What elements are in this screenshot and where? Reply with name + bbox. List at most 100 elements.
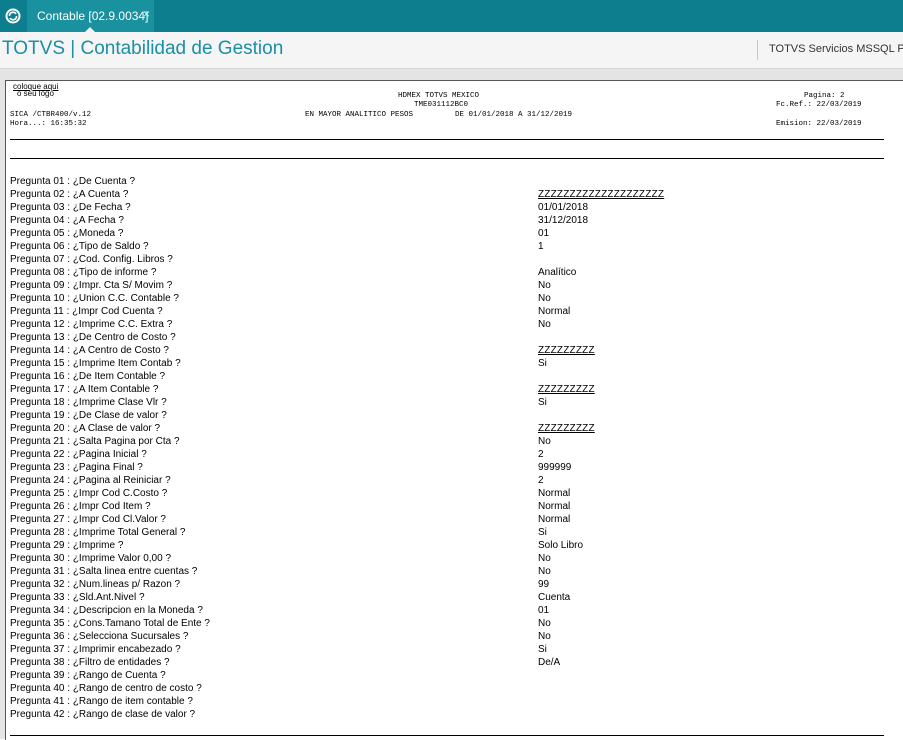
- parameter-row: Pregunta 21 : ¿Salta Pagina por Cta ? No: [10, 435, 900, 448]
- parameter-value: 01/01/2018: [538, 202, 589, 213]
- parameter-row: Pregunta 07 : ¿Cod. Config. Libros ?: [10, 253, 900, 266]
- parameter-question: Pregunta 14 : ¿A Centro de Costo ?: [10, 345, 169, 356]
- parameter-value: 99: [538, 579, 550, 590]
- parameter-value: No: [538, 618, 551, 629]
- parameter-value: 31/12/2018: [538, 215, 589, 226]
- parameter-value: 2: [538, 475, 544, 486]
- parameter-value: 999999: [538, 462, 572, 473]
- parameter-row: Pregunta 01 : ¿De Cuenta ?: [10, 175, 900, 188]
- parameter-question: Pregunta 01 : ¿De Cuenta ?: [10, 176, 136, 187]
- totvs-logo-icon[interactable]: [0, 0, 26, 32]
- parameter-row: Pregunta 17 : ¿A Item Contable ? ZZZZZZZZ…: [10, 383, 900, 396]
- parameter-question: Pregunta 42 : ¿Rango de clase de valor ?: [10, 709, 196, 720]
- parameter-row: Pregunta 32 : ¿Num.lineas p/ Razon ? 99: [10, 578, 900, 591]
- parameter-question: Pregunta 30 : ¿Imprime Valor 0,00 ?: [10, 553, 172, 564]
- environment-label: TOTVS Servicios MSSQL P1: [769, 43, 903, 55]
- parameter-value: 1: [538, 241, 544, 252]
- parameter-row: Pregunta 38 : ¿Filtro de entidades ? De/A: [10, 656, 900, 669]
- program-id: SICA /CTBR400/v.12: [10, 111, 92, 119]
- parameter-value: Analítico: [538, 267, 577, 278]
- reference-date: Fc.Ref.: 22/03/2019: [776, 101, 862, 109]
- company-code: TME031112BC0: [414, 101, 469, 109]
- parameter-question: Pregunta 29 : ¿Imprime ?: [10, 540, 124, 551]
- parameter-question: Pregunta 27 : ¿Impr Cod Cl.Valor ?: [10, 514, 166, 525]
- parameter-question: Pregunta 31 : ¿Salta linea entre cuentas…: [10, 566, 198, 577]
- parameter-value: No: [538, 566, 551, 577]
- parameter-value: Normal: [538, 488, 571, 499]
- parameter-question: Pregunta 11 : ¿Impr Cod Cuenta ?: [10, 306, 163, 317]
- parameter-value: Si: [538, 358, 547, 369]
- parameter-row: Pregunta 23 : ¿Pagina Final ? 999999: [10, 461, 900, 474]
- parameter-row: Pregunta 28 : ¿Imprime Total General ? Si: [10, 526, 900, 539]
- parameter-row: Pregunta 40 : ¿Rango de centro de costo …: [10, 682, 900, 695]
- header-rule-bottom: [10, 158, 884, 159]
- parameter-question: Pregunta 32 : ¿Num.lineas p/ Razon ?: [10, 579, 181, 590]
- report-viewer[interactable]: coloque aqui o seu logo HDMEX TOTVS MEXI…: [0, 69, 903, 740]
- parameter-question: Pregunta 13 : ¿De Centro de Costo ?: [10, 332, 176, 343]
- parameter-question: Pregunta 07 : ¿Cod. Config. Libros ?: [10, 254, 173, 265]
- parameter-value: ZZZZZZZZZ: [538, 345, 595, 356]
- parameter-question: Pregunta 17 : ¿A Item Contable ?: [10, 384, 159, 395]
- header-rule-top: [10, 139, 884, 140]
- parameter-question: Pregunta 41 : ¿Rango de item contable ?: [10, 696, 193, 707]
- parameter-row: Pregunta 02 : ¿A Cuenta ? ZZZZZZZZZZZZZZZ…: [10, 188, 900, 201]
- parameter-row: Pregunta 37 : ¿Imprimir encabezado ? Si: [10, 643, 900, 656]
- parameter-row: Pregunta 08 : ¿Tipo de informe ? Analític…: [10, 266, 900, 279]
- parameter-question: Pregunta 25 : ¿Impr Cod C.Costo ?: [10, 488, 168, 499]
- parameter-row: Pregunta 19 : ¿De Clase de valor ?: [10, 409, 900, 422]
- tab-bar: Contable [02.9.0034] ×: [0, 0, 903, 32]
- parameter-row: Pregunta 18 : ¿Imprime Clase Vlr ? Si: [10, 396, 900, 409]
- parameter-question: Pregunta 02 : ¿A Cuenta ?: [10, 189, 129, 200]
- parameter-question: Pregunta 10 : ¿Union C.C. Contable ?: [10, 293, 179, 304]
- parameter-question: Pregunta 26 : ¿Impr Cod Item ?: [10, 501, 151, 512]
- close-icon[interactable]: ×: [143, 7, 150, 21]
- parameter-row: Pregunta 39 : ¿Rango de Cuenta ?: [10, 669, 900, 682]
- parameter-row: Pregunta 42 : ¿Rango de clase de valor ?: [10, 708, 900, 721]
- parameter-value: No: [538, 319, 551, 330]
- parameter-row: Pregunta 24 : ¿Pagina al Reiniciar ? 2: [10, 474, 900, 487]
- parameter-question: Pregunta 28 : ¿Imprime Total General ?: [10, 527, 186, 538]
- parameter-question: Pregunta 18 : ¿Imprime Clase Vlr ?: [10, 397, 167, 408]
- parameter-row: Pregunta 11 : ¿Impr Cod Cuenta ? Normal: [10, 305, 900, 318]
- parameter-value: No: [538, 436, 551, 447]
- parameter-row: Pregunta 27 : ¿Impr Cod Cl.Valor ? Normal: [10, 513, 900, 526]
- parameter-question: Pregunta 19 : ¿De Clase de valor ?: [10, 410, 167, 421]
- parameter-row: Pregunta 14 : ¿A Centro de Costo ? ZZZZZZ…: [10, 344, 900, 357]
- parameter-row: Pregunta 36 : ¿Selecciona Sucursales ? No: [10, 630, 900, 643]
- header-divider: [757, 40, 758, 60]
- report-period: DE 01/01/2018 A 31/12/2019: [455, 111, 573, 119]
- parameter-question: Pregunta 37 : ¿Imprimir encabezado ?: [10, 644, 181, 655]
- parameter-row: Pregunta 13 : ¿De Centro de Costo ?: [10, 331, 900, 344]
- parameter-question: Pregunta 24 : ¿Pagina al Reiniciar ?: [10, 475, 171, 486]
- parameter-value: Si: [538, 527, 547, 538]
- parameter-question: Pregunta 06 : ¿Tipo de Saldo ?: [10, 241, 149, 252]
- parameter-value: Normal: [538, 501, 571, 512]
- parameter-row: Pregunta 35 : ¿Cons.Tamano Total de Ente…: [10, 617, 900, 630]
- parameter-question: Pregunta 38 : ¿Filtro de entidades ?: [10, 657, 170, 668]
- parameter-row: Pregunta 30 : ¿Imprime Valor 0,00 ? No: [10, 552, 900, 565]
- parameter-value: No: [538, 280, 551, 291]
- parameter-row: Pregunta 31 : ¿Salta linea entre cuentas…: [10, 565, 900, 578]
- parameter-value: 2: [538, 449, 544, 460]
- parameter-value: No: [538, 553, 551, 564]
- parameter-row: Pregunta 03 : ¿De Fecha ? 01/01/2018: [10, 201, 900, 214]
- parameter-question: Pregunta 08 : ¿Tipo de informe ?: [10, 267, 157, 278]
- parameter-value: ZZZZZZZZZ: [538, 384, 595, 395]
- parameter-question: Pregunta 36 : ¿Selecciona Sucursales ?: [10, 631, 189, 642]
- parameter-value: Si: [538, 397, 547, 408]
- parameter-row: Pregunta 15 : ¿Imprime Item Contab ? Si: [10, 357, 900, 370]
- app-title: TOTVS | Contabilidad de Gestion: [2, 38, 284, 59]
- page-number: Pagina: 2: [804, 92, 845, 100]
- app-header: TOTVS | Contabilidad de Gestion TOTVS Se…: [0, 32, 903, 69]
- parameter-value: ZZZZZZZZZZZZZZZZZZZZ: [538, 189, 665, 200]
- parameter-row: Pregunta 26 : ¿Impr Cod Item ? Normal: [10, 500, 900, 513]
- footer-rule: [10, 735, 884, 736]
- parameter-row: Pregunta 16 : ¿De Item Contable ?: [10, 370, 900, 383]
- parameter-row: Pregunta 06 : ¿Tipo de Saldo ? 1: [10, 240, 900, 253]
- parameter-value: No: [538, 631, 551, 642]
- parameter-row: Pregunta 41 : ¿Rango de item contable ?: [10, 695, 900, 708]
- parameter-question: Pregunta 05 : ¿Moneda ?: [10, 228, 124, 239]
- parameter-row: Pregunta 04 : ¿A Fecha ? 31/12/2018: [10, 214, 900, 227]
- company-name: HDMEX TOTVS MEXICO: [398, 92, 480, 100]
- emission-date: Emision: 22/03/2019: [776, 120, 862, 128]
